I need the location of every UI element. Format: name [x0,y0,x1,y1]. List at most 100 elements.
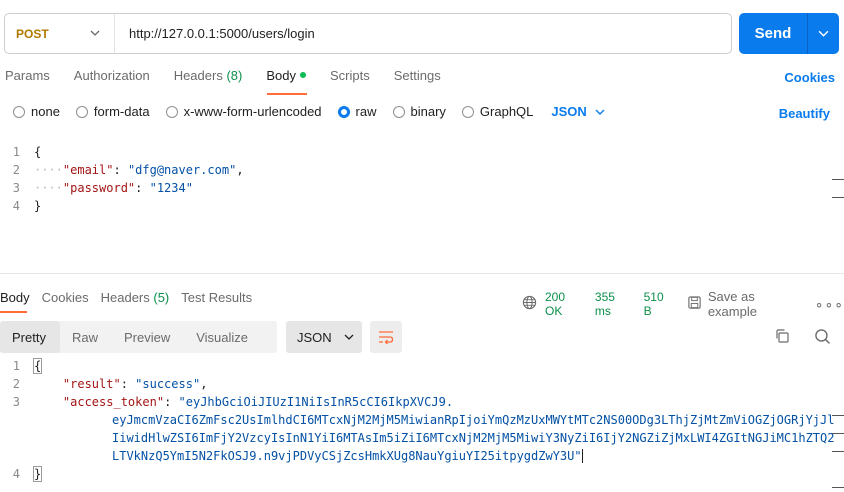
radio-raw-label: raw [355,104,377,119]
radio-binary[interactable]: binary [392,104,446,119]
response-time[interactable]: 355 ms [595,290,632,318]
response-tab-headers-label: Headers [100,290,150,305]
cookies-link[interactable]: Cookies [784,70,835,85]
tab-headers[interactable]: Headers (8) [174,68,243,88]
radio-circle-icon [75,105,88,118]
tab-headers-label: Headers [173,68,223,83]
tab-scripts[interactable]: Scripts [330,68,370,88]
wrap-lines-button[interactable] [370,321,402,353]
tab-headers-count: (8) [226,68,243,83]
view-raw[interactable]: Raw [60,321,112,353]
radio-raw[interactable]: raw [337,104,377,119]
json-value-wrap: IiwidHlwZSI6ImFjY2VzcyIsInN1YiI6MTAsIm5i… [112,431,835,445]
globe-icon[interactable] [522,295,537,313]
response-tab-cookies[interactable]: Cookies [42,290,89,305]
code-line: 2 "result": "success", [0,375,834,393]
response-size[interactable]: 510 B [644,290,673,318]
save-as-example-button[interactable]: Save as example [708,289,801,319]
line-number: 3 [12,395,20,409]
scrollbar-marker[interactable] [832,179,844,180]
json-value: "success" [135,377,201,391]
wrap-lines-icon [379,331,394,344]
radio-none-label: none [31,104,60,119]
send-label: Send [754,25,792,42]
response-tab-headers-count: (5) [153,290,170,305]
tab-settings[interactable]: Settings [394,68,441,88]
scrollbar-marker[interactable] [832,433,844,434]
radio-urlencoded[interactable]: x-www-form-urlencoded [165,104,322,119]
view-preview[interactable]: Preview [112,321,184,353]
json-key: "password" [62,181,136,195]
response-meta: 200 OK 355 ms 510 B Save as example ∘∘∘ [522,289,844,319]
close-brace: } [34,199,42,213]
json-punct: , [236,163,244,177]
response-body-viewer[interactable]: 1{ 2 "result": "success", 3 "access_toke… [0,357,834,483]
search-icon[interactable] [814,328,831,348]
chevron-down-icon [90,27,100,41]
line-number: 2 [12,377,20,391]
scrollbar-marker[interactable] [832,415,844,416]
send-button[interactable]: Send [739,13,839,54]
indent-guide: ···· [34,181,63,195]
method-select[interactable]: POST [5,14,115,53]
radio-urlencoded-label: x-www-form-urlencoded [183,104,322,119]
tab-body[interactable]: Body [266,68,306,88]
code-line: 1{ [0,143,244,161]
json-key: "result" [62,377,121,391]
beautify-button[interactable]: Beautify [779,106,830,121]
response-tab-headers[interactable]: Headers (5) [101,290,170,305]
open-brace: { [32,358,43,374]
json-value-wrap: LTVkNzQ5YmI5N2FkOSJ9.n9vjPDVyCSjZcsHmkXU… [34,449,583,463]
radio-circle-icon [461,105,474,118]
code-line: 1{ [0,357,834,375]
pane-divider[interactable] [0,273,844,274]
send-options-chevron-icon[interactable] [808,28,839,39]
line-number: 4 [12,467,20,481]
request-tabs: Params Authorization Headers (8) Body Sc… [5,68,465,88]
radio-circle-icon [13,105,25,118]
tab-authorization[interactable]: Authorization [74,68,150,88]
copy-icon[interactable] [774,328,790,347]
url-input[interactable]: http://127.0.0.1:5000/users/login [115,26,315,41]
response-tabs: Body Cookies Headers (5) Test Results [0,290,264,305]
line-number: 4 [12,199,20,213]
radio-form-data-label: form-data [93,104,150,119]
scrollbar-marker[interactable] [832,487,844,488]
code-line-wrap: IiwidHlwZSI6ImFjY2VzcyIsInN1YiI6MTAsIm5i… [0,429,834,447]
indent-guide: ···· [34,163,63,177]
chevron-down-icon [595,109,605,115]
radio-graphql[interactable]: GraphQL [461,104,534,119]
response-view-toggle: Pretty Raw Preview Visualize [0,321,277,353]
json-key: "email" [62,163,114,177]
code-line: 4} [0,465,834,483]
open-brace: { [34,145,42,159]
scrollbar-marker[interactable] [832,197,844,198]
radio-graphql-label: GraphQL [479,104,534,119]
response-tab-test-results[interactable]: Test Results [181,290,252,305]
tab-params[interactable]: Params [5,68,50,88]
radio-circle-icon [165,105,178,118]
view-pretty[interactable]: Pretty [0,321,60,353]
line-number: 2 [12,163,20,177]
status-code[interactable]: 200 OK [545,290,583,318]
response-format-label: JSON [297,329,332,345]
radio-form-data[interactable]: form-data [75,104,150,119]
language-label: JSON [551,104,587,119]
url-bar: POST http://127.0.0.1:5000/users/login [4,13,732,54]
more-options-icon[interactable]: ∘∘∘ [815,296,844,313]
language-select[interactable]: JSON [551,104,605,119]
response-tab-body[interactable]: Body [0,290,30,305]
method-label: POST [16,26,49,41]
radio-none[interactable]: none [13,104,60,119]
request-body-editor[interactable]: 1{ 2 ···· "email": "dfg@naver.com", 3 ···· "… [0,143,244,215]
json-value: "1234" [149,181,193,195]
code-line: 4} [0,197,244,215]
code-line-wrap: LTVkNzQ5YmI5N2FkOSJ9.n9vjPDVyCSjZcsHmkXU… [0,447,834,465]
scrollbar-marker[interactable] [832,451,844,452]
code-line: 3 ···· "password": "1234" [0,179,244,197]
view-visualize[interactable]: Visualize [184,321,262,353]
save-icon[interactable] [687,295,702,313]
response-format-select[interactable]: JSON [286,321,362,353]
active-tab-indicator [267,93,307,95]
radio-selected-icon [337,105,350,118]
